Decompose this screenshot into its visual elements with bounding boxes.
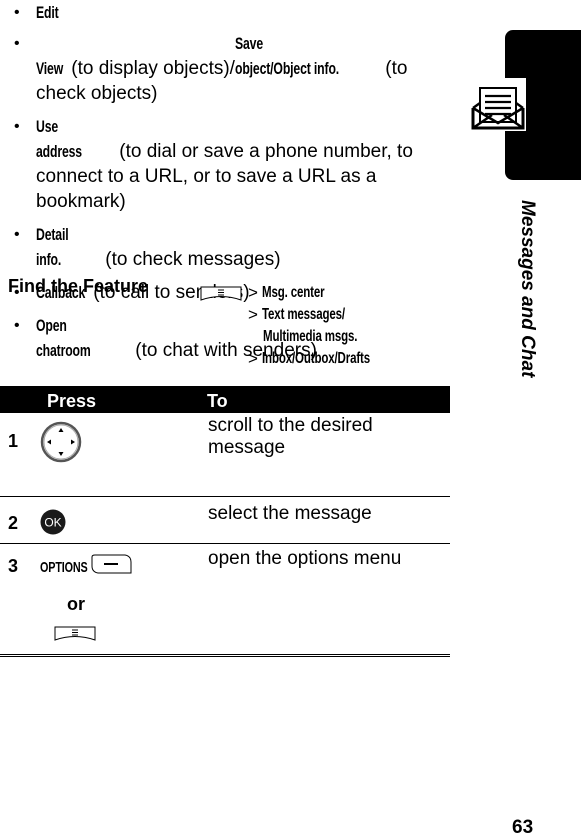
keyword-view: View	[36, 59, 64, 78]
path-item: Inbox/Outbox/Drafts	[261, 350, 370, 367]
bullet-dot: •	[14, 35, 20, 52]
header-press: Press	[47, 391, 97, 411]
ok-key-icon: OK	[40, 509, 66, 540]
table-row: 2 OK select the message	[0, 496, 450, 544]
keyword-detail-info: Detail info.	[36, 225, 69, 269]
path-separator: >	[248, 305, 258, 324]
table-row: 3 OPTIONS or open the options menu	[0, 543, 450, 657]
left-soft-key-icon	[90, 554, 132, 580]
path-row: > Msg. center	[200, 282, 412, 304]
bullet-dot: •	[14, 226, 20, 243]
path-separator: >	[248, 283, 258, 302]
menu-key-icon	[40, 625, 206, 647]
or-label: or	[67, 593, 85, 614]
section-title: Messages and Chat	[510, 200, 540, 380]
bullet-use-address: • Use address (to dial or save a phone n…	[12, 114, 462, 214]
bullet-detail-info: • Detail info. (to check messages)	[12, 222, 462, 272]
table-row: 1 scroll to the desired message	[0, 413, 450, 497]
bullet-dot: •	[14, 4, 20, 21]
envelope-letter-icon	[470, 78, 526, 131]
section-title-text: Messages and Chat	[517, 200, 538, 378]
navigation-key-icon	[40, 421, 82, 468]
path-row: > Inbox/Outbox/Drafts	[200, 348, 412, 370]
bullet-dot: •	[14, 118, 20, 135]
bullet-dot: •	[14, 317, 20, 334]
keyword-open-chatroom: Open chatroom	[36, 316, 91, 360]
bullet-text: (to check messages)	[100, 249, 281, 270]
step-number: 3	[0, 543, 39, 657]
step-number: 2	[0, 496, 39, 544]
path-item: Msg. center	[261, 284, 325, 301]
keyword-edit: Edit	[36, 3, 59, 22]
options-label: OPTIONS	[40, 558, 88, 576]
bullet-edit: • Edit	[12, 0, 462, 25]
path-row: > Text messages/	[200, 304, 412, 326]
bullet-view: • View (to display objects)/Save object/…	[12, 31, 462, 106]
step-action: scroll to the desired message	[207, 413, 450, 497]
path-row: Multimedia msgs.	[200, 326, 412, 348]
table-header: Press To	[0, 386, 450, 413]
step-action: open the options menu	[207, 543, 450, 657]
page-number: 63	[512, 817, 534, 838]
step-number: 1	[0, 413, 39, 497]
step-action: select the message	[207, 496, 450, 544]
path-item: Text messages/	[261, 306, 345, 323]
header-to: To	[207, 391, 228, 411]
steps-table: Press To 1 scroll to the desired message…	[0, 386, 450, 657]
bullet-text: (to display objects)/	[66, 58, 235, 79]
keyword-use-address: Use address	[36, 117, 82, 161]
path-item: Multimedia msgs.	[263, 328, 358, 345]
feature-path: > Msg. center > Text messages/ Multimedi…	[200, 282, 412, 370]
menu-key-icon	[200, 286, 242, 301]
find-feature-label: Find the Feature	[8, 276, 149, 296]
keyword-save-object: Save object/Object info.	[234, 34, 340, 78]
svg-text:OK: OK	[44, 515, 61, 529]
path-separator: >	[248, 349, 258, 368]
